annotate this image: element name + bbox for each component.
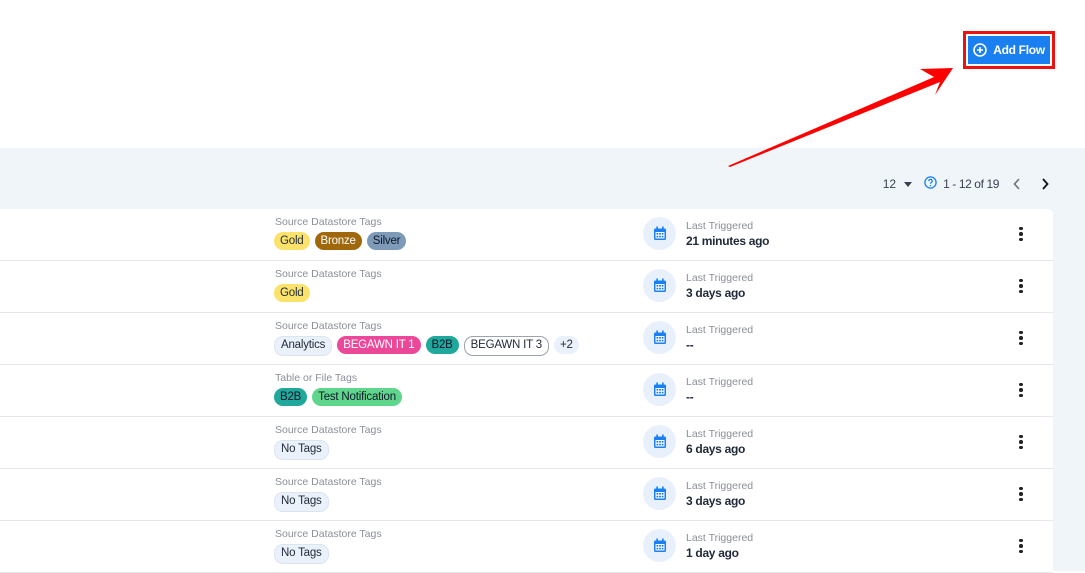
tag-list: No Tags bbox=[274, 492, 329, 512]
tags-label: Source Datastore Tags bbox=[275, 424, 382, 436]
calendar-icon bbox=[643, 269, 676, 302]
tag-badge: Bronze bbox=[314, 232, 362, 250]
flow-row[interactable]: Table or File Tags B2B Test Notification … bbox=[0, 365, 1053, 417]
flow-row[interactable]: Source Datastore Tags No Tags Last Trigg… bbox=[0, 521, 1053, 573]
last-triggered-value: 21 minutes ago bbox=[686, 234, 770, 248]
flow-row[interactable]: Source Datastore Tags No Tags Last Trigg… bbox=[0, 417, 1053, 469]
tag-list: B2B Test Notification bbox=[274, 388, 402, 406]
question-circle-icon[interactable] bbox=[924, 176, 937, 192]
last-triggered-value: 3 days ago bbox=[686, 494, 746, 508]
page-size-select[interactable]: 12 bbox=[883, 177, 896, 191]
tags-label: Source Datastore Tags bbox=[275, 476, 382, 488]
last-triggered-label: Last Triggered bbox=[686, 272, 754, 284]
chevron-left-icon[interactable] bbox=[1013, 178, 1021, 190]
tag-badge: BEGAWN IT 3 bbox=[463, 336, 549, 356]
chevron-right-icon[interactable] bbox=[1041, 178, 1049, 190]
flow-row[interactable]: Source Datastore Tags Gold Bronze Silver L… bbox=[0, 209, 1053, 261]
last-triggered-label: Last Triggered bbox=[686, 532, 754, 544]
tag-list: Gold Bronze Silver bbox=[274, 232, 407, 250]
calendar-icon bbox=[643, 425, 676, 458]
last-triggered-value: -- bbox=[686, 390, 694, 404]
last-triggered-value: 1 day ago bbox=[686, 546, 739, 560]
more-options-icon[interactable] bbox=[1013, 536, 1029, 556]
tag-badge: No Tags bbox=[274, 544, 329, 564]
tag-list: Analytics BEGAWN IT 1 B2B BEGAWN IT 3 +2 bbox=[274, 336, 579, 356]
tag-badge: Analytics bbox=[274, 336, 333, 356]
calendar-icon bbox=[643, 321, 676, 354]
page-header bbox=[0, 0, 1085, 148]
last-triggered-label: Last Triggered bbox=[686, 220, 754, 232]
more-options-icon[interactable] bbox=[1013, 276, 1029, 296]
last-triggered-label: Last Triggered bbox=[686, 376, 754, 388]
tag-badge: +2 bbox=[553, 336, 579, 354]
tags-label: Source Datastore Tags bbox=[275, 528, 382, 540]
tag-badge: Gold bbox=[274, 284, 310, 302]
tag-badge: No Tags bbox=[274, 440, 329, 460]
tag-badge: BEGAWN IT 1 bbox=[337, 336, 421, 354]
last-triggered-value: 3 days ago bbox=[686, 286, 746, 300]
tag-list: Gold bbox=[274, 284, 310, 302]
flow-row[interactable]: Source Datastore Tags No Tags Last Trigg… bbox=[0, 469, 1053, 521]
tag-badge: Silver bbox=[366, 232, 407, 250]
tags-label: Table or File Tags bbox=[275, 372, 358, 384]
last-triggered-value: 6 days ago bbox=[686, 442, 746, 456]
tags-label: Source Datastore Tags bbox=[275, 216, 382, 228]
tag-list: No Tags bbox=[274, 440, 329, 460]
plus-circle-icon bbox=[973, 43, 988, 57]
tags-label: Source Datastore Tags bbox=[275, 320, 382, 332]
calendar-icon bbox=[643, 529, 676, 562]
more-options-icon[interactable] bbox=[1013, 432, 1029, 452]
add-flow-label: Add Flow bbox=[993, 43, 1045, 57]
tags-label: Source Datastore Tags bbox=[275, 268, 382, 280]
flow-list: Source Datastore Tags Gold Bronze Silver L… bbox=[0, 209, 1053, 573]
tag-badge: Gold bbox=[274, 232, 310, 250]
calendar-icon bbox=[643, 373, 676, 406]
tag-badge: No Tags bbox=[274, 492, 329, 512]
caret-down-icon[interactable] bbox=[904, 181, 913, 187]
flow-row[interactable]: Source Datastore Tags Gold Last Triggere… bbox=[0, 261, 1053, 313]
add-flow-highlight: Add Flow bbox=[963, 31, 1055, 69]
flow-row[interactable]: Source Datastore Tags Analytics BEGAWN IT… bbox=[0, 313, 1053, 365]
more-options-icon[interactable] bbox=[1013, 224, 1029, 244]
more-options-icon[interactable] bbox=[1013, 484, 1029, 504]
tag-badge: Test Notification bbox=[312, 388, 402, 406]
last-triggered-label: Last Triggered bbox=[686, 480, 754, 492]
last-triggered-label: Last Triggered bbox=[686, 324, 754, 336]
more-options-icon[interactable] bbox=[1013, 380, 1029, 400]
more-options-icon[interactable] bbox=[1013, 328, 1029, 348]
last-triggered-label: Last Triggered bbox=[686, 428, 754, 440]
last-triggered-value: -- bbox=[686, 338, 694, 352]
tag-badge: B2B bbox=[425, 336, 459, 354]
add-flow-button[interactable]: Add Flow bbox=[968, 36, 1050, 64]
calendar-icon bbox=[643, 477, 676, 510]
calendar-icon bbox=[643, 217, 676, 250]
pagination: 12 1 - 12 of 19 bbox=[883, 176, 1049, 192]
tag-badge: B2B bbox=[274, 388, 308, 406]
tag-list: No Tags bbox=[274, 544, 329, 564]
pagination-range: 1 - 12 of 19 bbox=[943, 177, 999, 191]
